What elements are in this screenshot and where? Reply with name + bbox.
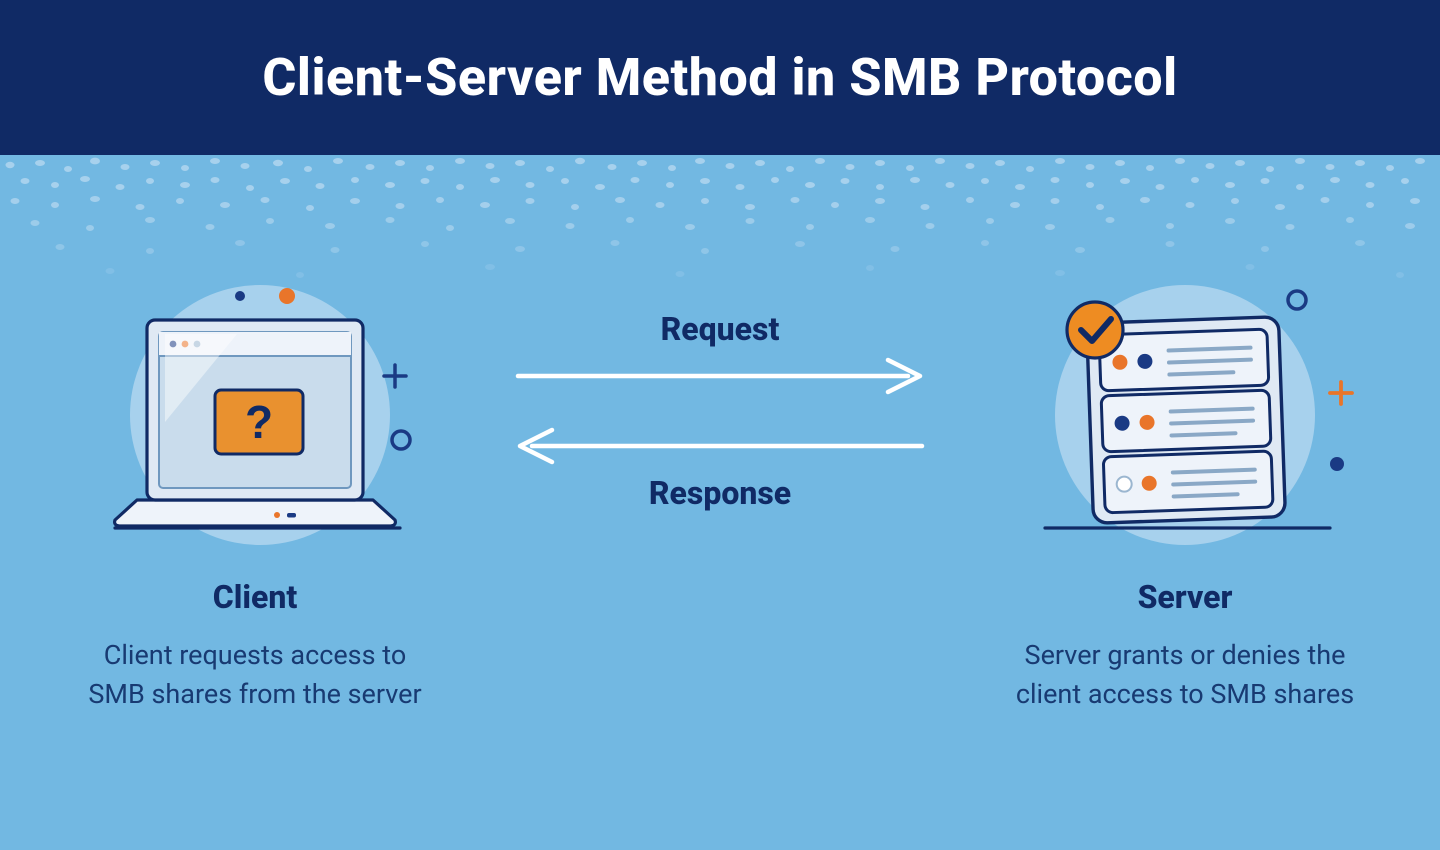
request-label: Request xyxy=(661,310,780,348)
client-illustration: ? xyxy=(65,270,445,550)
server-title: Server xyxy=(1138,578,1233,616)
server-icon xyxy=(995,270,1375,550)
server-illustration xyxy=(995,270,1375,550)
arrow-right-icon xyxy=(510,356,930,396)
request-arrow-group: Request xyxy=(510,310,930,396)
response-label: Response xyxy=(649,474,791,512)
page-title: Client-Server Method in SMB Protocol xyxy=(262,47,1177,108)
server-description: Server grants or denies the client acces… xyxy=(1005,636,1365,714)
arrows-column: Request Response xyxy=(500,270,940,512)
server-column: Server Server grants or denies the clien… xyxy=(970,270,1400,714)
laptop-icon: ? xyxy=(65,270,445,550)
diagram-page: Client-Server Method in SMB Protocol xyxy=(0,0,1440,850)
diagram-body: ? Client Client requests access to SMB s… xyxy=(0,260,1440,850)
client-column: ? Client Client requests access to SMB s… xyxy=(40,270,470,714)
checkmark-badge-icon xyxy=(1067,302,1123,358)
header-band: Client-Server Method in SMB Protocol xyxy=(0,0,1440,155)
client-description: Client requests access to SMB shares fro… xyxy=(75,636,435,714)
svg-text:?: ? xyxy=(245,396,273,448)
client-title: Client xyxy=(213,578,298,616)
response-arrow-group: Response xyxy=(510,426,930,512)
arrow-left-icon xyxy=(510,426,930,466)
